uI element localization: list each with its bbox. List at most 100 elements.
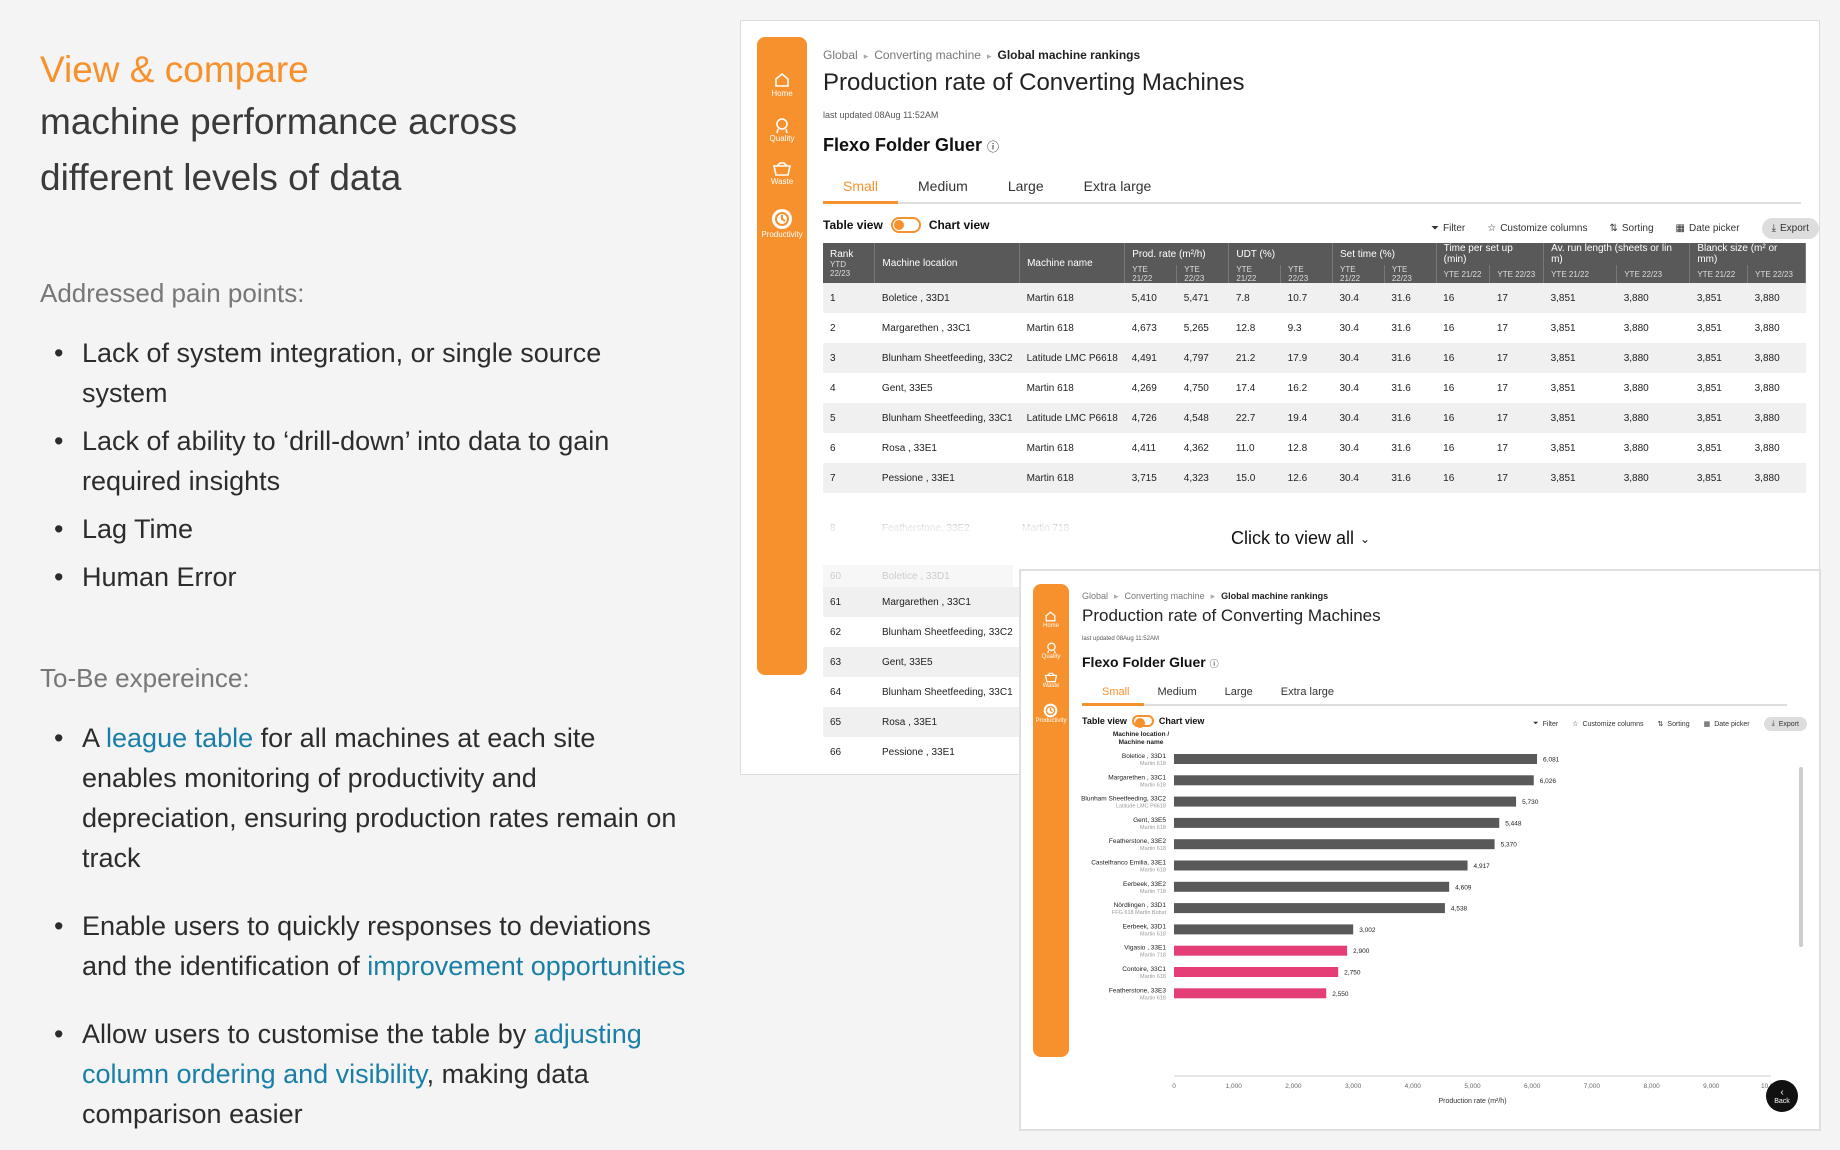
period-label: YTE 22/23 xyxy=(1288,265,1309,283)
pain-point: Lack of ability to ‘drill-down’ into dat… xyxy=(40,421,690,501)
table-cell: 3,851 xyxy=(1550,442,1576,454)
col-udt[interactable]: UDT (%) xyxy=(1228,243,1333,265)
table-cell: 17 xyxy=(1496,442,1508,454)
tab-small[interactable]: Small xyxy=(823,178,899,204)
view-toggle[interactable] xyxy=(890,217,921,233)
table-row[interactable]: 2 Margarethen , 33C1 Martin 618 4,673 5,265 1… xyxy=(823,313,1806,343)
table-cell: 3,880 xyxy=(1623,442,1649,454)
table-row[interactable]: 4 Gent, 33E5 Martin 618 4,269 4,750 17.4 16.2 3… xyxy=(823,373,1806,403)
table-cell: 16 xyxy=(1436,343,1490,373)
sub-period: YTE 21/22 xyxy=(1689,265,1749,283)
table-cell: 19.4 xyxy=(1280,403,1333,433)
period-label: YTE 21/22 xyxy=(1551,269,1589,279)
table-cell: 61 xyxy=(823,587,875,617)
table-row[interactable]: 65 Rosa , 33E1 xyxy=(823,707,1021,737)
category-sublabel: Martin 718 xyxy=(1140,953,1166,959)
chevron-down-icon: ⌄ xyxy=(1360,531,1371,546)
scrollbar[interactable] xyxy=(1799,767,1803,947)
table-cell: 3,851 xyxy=(1543,403,1617,433)
back-label: Back xyxy=(1774,1098,1790,1105)
table-cell: Martin 618 xyxy=(1019,283,1125,313)
table-cell: Blunham Sheetfeeding, 33C2 xyxy=(882,626,1013,638)
info-icon[interactable]: ⓘ xyxy=(987,140,999,154)
col-machine-name[interactable]: Machine name xyxy=(1019,243,1126,283)
sub-period: YTE 21/22 xyxy=(1124,265,1178,283)
col-set-time[interactable]: Set time (%) xyxy=(1332,243,1437,265)
table-row[interactable]: 66 Pessione , 33E1 xyxy=(823,737,1021,767)
back-button[interactable]: ‹ Back xyxy=(1766,1080,1798,1112)
nav-home[interactable]: Home xyxy=(771,71,793,98)
nav-waste[interactable]: Waste xyxy=(771,161,793,186)
table-cell: 4 xyxy=(830,382,836,394)
rankings-table: Rank YTD 22/23 Machine location Machine n… xyxy=(823,243,1806,493)
export-button[interactable]: ⤓ Export xyxy=(1761,218,1819,239)
table-cell: Margarethen , 33C1 xyxy=(881,322,971,334)
table-cell: 4,323 xyxy=(1176,463,1229,493)
table-row[interactable]: 5 Blunham Sheetfeeding, 33C1 Latitude LMC … xyxy=(823,403,1806,433)
x-tick-label: 3,000 xyxy=(1345,1083,1362,1090)
category-label: Margarethen , 33C1 xyxy=(1108,774,1166,781)
bar xyxy=(1174,967,1339,977)
col-rank[interactable]: Rank YTD 22/23 xyxy=(823,243,876,283)
x-tick-label: 9,000 xyxy=(1703,1083,1720,1090)
table-row[interactable]: 62 Blunham Sheetfeeding, 33C2 xyxy=(823,617,1021,647)
table-cell: 2 xyxy=(830,322,836,334)
customize-columns-button[interactable]: ☆ Customize columns xyxy=(1487,223,1587,234)
table-cell: 16 xyxy=(1436,283,1490,313)
nav-quality[interactable]: Quality xyxy=(770,116,794,143)
crumb-global[interactable]: Global xyxy=(823,48,858,62)
filter-button[interactable]: ⏷ Filter xyxy=(1431,223,1465,234)
col-prod-rate[interactable]: Prod. rate (m²/h) xyxy=(1124,243,1230,265)
table-row[interactable]: 3 Blunham Sheetfeeding, 33C2 Latitude LMC … xyxy=(823,343,1806,373)
date-picker-button[interactable]: ▦ Date picker xyxy=(1676,223,1740,234)
chart-view-label: Chart view xyxy=(928,218,990,232)
table-cell: Pessione , 33E1 xyxy=(874,463,1020,493)
table-cell: 12.8 xyxy=(1235,322,1256,334)
period-label: YTE 22/23 xyxy=(1391,265,1412,283)
view-all-link[interactable]: Click to view all ⌄ xyxy=(1231,528,1370,549)
tab-extra-large[interactable]: Extra large xyxy=(1064,178,1172,202)
table-cell: 3,880 xyxy=(1623,382,1649,394)
table-cell: 30.4 xyxy=(1339,382,1359,394)
sorting-button[interactable]: ⇅ Sorting xyxy=(1609,223,1653,234)
table-row[interactable]: 63 Gent, 33E5 xyxy=(823,647,1021,677)
bar xyxy=(1174,988,1327,999)
table-row[interactable]: 64 Blunham Sheetfeeding, 33C1 xyxy=(823,677,1021,707)
col-time-per-setup[interactable]: Time per set up (min) xyxy=(1436,243,1545,265)
table-cell: 10.7 xyxy=(1280,283,1333,313)
table-cell: 3,851 xyxy=(1543,283,1617,313)
table-cell: Margarethen , 33C1 xyxy=(875,587,1021,617)
table-row[interactable]: 7 Pessione , 33E1 Martin 618 3,715 4,323 15.0… xyxy=(823,463,1806,493)
table-cell: 3,851 xyxy=(1696,382,1722,394)
date-label: Date picker xyxy=(1689,223,1740,234)
table-row[interactable]: 6 Rosa , 33E1 Martin 618 4,411 4,362 11.0 12.8… xyxy=(823,433,1806,463)
nav-productivity[interactable]: Productivity xyxy=(761,208,803,239)
x-tick-label: 1,000 xyxy=(1226,1083,1243,1090)
tab-medium[interactable]: Medium xyxy=(898,178,988,202)
header-label: Rank xyxy=(830,248,854,260)
y-axis-title: Machine location / xyxy=(1113,731,1170,738)
tab-large[interactable]: Large xyxy=(988,178,1064,202)
to-be-item: Allow users to customise the table by ad… xyxy=(40,1014,690,1134)
bar xyxy=(1174,839,1495,850)
col-location[interactable]: Machine location xyxy=(874,243,1021,283)
pain-points-list: Lack of system integration, or single so… xyxy=(40,333,690,597)
view-toggle-row: Table view Chart view xyxy=(823,217,990,233)
table-cell: 31.6 xyxy=(1391,322,1411,334)
table-cell: 7 xyxy=(823,463,875,493)
sub-period: YTE 22/23 xyxy=(1747,265,1806,283)
table-cell: 30.4 xyxy=(1332,403,1385,433)
table-cell: Boletice , 33D1 xyxy=(874,283,1020,313)
col-blank-size[interactable]: Blanck size (m² or mm) xyxy=(1689,243,1806,265)
data-label: 3,002 xyxy=(1359,927,1376,934)
crumb-converting-machine[interactable]: Converting machine xyxy=(874,48,981,62)
table-cell: 17.4 xyxy=(1235,382,1256,394)
category-sublabel: Martin 618 xyxy=(1140,846,1166,852)
x-tick-label: 4,000 xyxy=(1405,1083,1422,1090)
table-cell: Blunham Sheetfeeding, 33C1 xyxy=(882,686,1013,698)
table-cell: 3 xyxy=(823,343,875,373)
col-av-run-length[interactable]: Av. run length (sheets or lin m) xyxy=(1543,243,1691,265)
table-row[interactable]: 1 Boletice , 33D1 Martin 618 5,410 5,471 7.8 1… xyxy=(823,283,1806,313)
table-row[interactable]: 61 Margarethen , 33C1 xyxy=(823,587,1021,617)
table-cell: 15.0 xyxy=(1228,463,1281,493)
